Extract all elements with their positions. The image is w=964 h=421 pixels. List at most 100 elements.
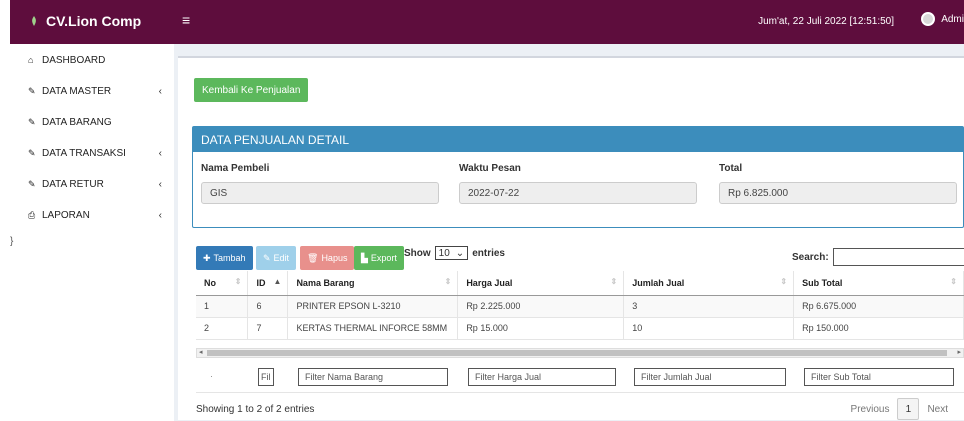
- print-icon: ⎙: [28, 209, 36, 220]
- chevron-down-icon: ⌄: [455, 247, 465, 259]
- header-label: Nama Barang: [296, 277, 355, 288]
- sidebar-item-data-barang[interactable]: ✎ DATA BARANG: [28, 114, 168, 130]
- pagination: Previous 1 Next: [843, 398, 956, 420]
- trash-icon: 🗑: [307, 252, 319, 263]
- content-area: Kembali Ke Penjualan DATA PENJUALAN DETA…: [174, 44, 964, 421]
- page-1-button[interactable]: 1: [897, 398, 920, 420]
- sidebar-item-dashboard[interactable]: ⌂ DASHBOARD: [28, 52, 168, 68]
- filter-nama-input[interactable]: Filter Nama Barang: [298, 368, 448, 386]
- horizontal-scrollbar[interactable]: ◂ ▸: [196, 348, 964, 358]
- export-button[interactable]: ▙ Export: [354, 246, 404, 270]
- sidebar-item-label: LAPORAN: [42, 209, 90, 221]
- cell-jumlah-jual: 10: [623, 317, 795, 340]
- table-row[interactable]: 2 7 KERTAS THERMAL INFORCE 58MM Rp 15.00…: [196, 317, 964, 340]
- content-box: Kembali Ke Penjualan DATA PENJUALAN DETA…: [178, 56, 964, 420]
- cell-sub-total: Rp 6.675.000: [793, 295, 964, 318]
- user-name: Admi: [941, 13, 964, 25]
- sort-asc-icon: ▲: [273, 277, 282, 286]
- table-row[interactable]: 1 6 PRINTER EPSON L-3210 Rp 2.225.000 3 …: [196, 295, 964, 318]
- search-label: Search:: [792, 251, 829, 263]
- order-time-label: Waktu Pesan: [459, 163, 521, 174]
- sidebar-item-data-retur[interactable]: ✎ DATA RETUR ‹: [28, 176, 168, 192]
- col-harga-jual[interactable]: Harga Jual ⇕: [457, 271, 625, 296]
- next-button[interactable]: Next: [927, 404, 948, 415]
- delete-button[interactable]: 🗑 Hapus: [300, 246, 355, 270]
- edit-icon: ✎: [28, 147, 36, 158]
- edit-icon: ✎: [28, 178, 36, 189]
- plus-icon: ✚: [203, 252, 211, 263]
- col-id[interactable]: ID ▲: [247, 271, 289, 296]
- top-navbar: CV.Lion Comp ≡ Jum'at, 22 Juli 2022 [12:…: [10, 0, 964, 44]
- total-field: Rp 6.825.000: [719, 182, 957, 204]
- add-button[interactable]: ✚ Tambah: [196, 246, 253, 270]
- filter-jumlah-input[interactable]: Filter Jumlah Jual: [634, 368, 786, 386]
- cell-id: 7: [247, 317, 289, 340]
- cell-harga-jual: Rp 2.225.000: [457, 295, 625, 318]
- sidebar-item-label: DASHBOARD: [42, 54, 106, 66]
- detail-table: No ⇕ ID ▲ Nama Barang ⇕ Harga Jual ⇕ Jumlah …: [196, 271, 964, 340]
- sidebar-item-data-transaksi[interactable]: ✎ DATA TRANSAKSI ‹: [28, 145, 168, 161]
- edit-icon: ✎: [28, 85, 36, 96]
- col-nama-barang[interactable]: Nama Barang ⇕: [287, 271, 459, 296]
- previous-button[interactable]: Previous: [851, 404, 890, 415]
- buyer-name-label: Nama Pembeli: [201, 163, 270, 174]
- cell-harga-jual: Rp 15.000: [457, 317, 625, 340]
- cell-sub-total: Rp 150.000: [793, 317, 964, 340]
- filter-subtotal-input[interactable]: Filter Sub Total: [804, 368, 954, 386]
- back-to-sales-button[interactable]: Kembali Ke Penjualan: [194, 78, 309, 102]
- cell-nama-barang: KERTAS THERMAL INFORCE 58MM: [287, 317, 459, 340]
- search-input[interactable]: [832, 248, 964, 266]
- sidebar-item-label: DATA TRANSAKSI: [42, 147, 126, 159]
- brand[interactable]: CV.Lion Comp: [30, 13, 141, 29]
- col-jumlah-jual[interactable]: Jumlah Jual ⇕: [623, 271, 795, 296]
- chevron-left-icon: ‹: [158, 85, 162, 97]
- entries-value: 10: [438, 247, 450, 259]
- sort-icon: ⇕: [780, 277, 788, 286]
- add-button-label: Tambah: [213, 253, 246, 263]
- menu-toggle-icon[interactable]: ≡: [182, 12, 190, 28]
- order-time-field: 2022-07-22: [459, 182, 697, 204]
- entries-label: entries: [472, 247, 505, 259]
- scroll-left-icon[interactable]: ◂: [199, 348, 203, 356]
- table-info: Showing 1 to 2 of 2 entries: [196, 404, 315, 415]
- cell-jumlah-jual: 3: [623, 295, 795, 318]
- total-label: Total: [719, 163, 743, 174]
- chevron-left-icon: ‹: [158, 209, 162, 221]
- scrollbar-thumb[interactable]: [207, 350, 947, 356]
- filter-id-input[interactable]: Fil: [258, 368, 274, 386]
- brand-name: CV.Lion Comp: [46, 13, 142, 29]
- panel-title: DATA PENJUALAN DETAIL: [193, 127, 963, 152]
- header-label: ID: [256, 277, 266, 288]
- buyer-name-field: GIS: [201, 182, 439, 204]
- scroll-right-icon[interactable]: ▸: [957, 348, 961, 356]
- left-strip: [0, 0, 10, 421]
- show-entries: Show 10 ⌄ entries: [404, 246, 505, 260]
- filter-no: ·: [210, 371, 213, 381]
- edit-icon: ✎: [263, 252, 271, 263]
- chevron-left-icon: ‹: [158, 147, 162, 159]
- header-label: Harga Jual: [466, 277, 513, 288]
- col-no[interactable]: No ⇕: [196, 271, 249, 296]
- entries-select[interactable]: 10 ⌄: [434, 246, 469, 260]
- edit-button[interactable]: ✎ Edit: [256, 246, 297, 270]
- user-menu[interactable]: Admi: [921, 12, 964, 26]
- avatar: [921, 12, 936, 26]
- sidebar-item-data-master[interactable]: ✎ DATA MASTER ‹: [28, 83, 168, 99]
- cell-id: 6: [247, 295, 289, 318]
- filter-row: · Fil Filter Nama Barang Filter Harga Ju…: [196, 361, 964, 393]
- col-sub-total[interactable]: Sub Total ⇕: [793, 271, 964, 296]
- file-icon: ▙: [361, 252, 368, 263]
- sort-icon: ⇕: [610, 277, 618, 286]
- header-label: No: [204, 277, 216, 288]
- show-label: Show: [404, 247, 431, 259]
- sort-icon: ⇕: [444, 277, 452, 286]
- cell-nama-barang: PRINTER EPSON L-3210: [287, 295, 459, 318]
- sort-icon: ⇕: [234, 277, 242, 286]
- sidebar-item-label: DATA RETUR: [42, 178, 104, 190]
- sidebar: ⌂ DASHBOARD ✎ DATA MASTER ‹ ✎ DATA BARAN…: [10, 44, 174, 421]
- filter-harga-input[interactable]: Filter Harga Jual: [468, 368, 616, 386]
- sidebar-item-laporan[interactable]: ⎙ LAPORAN ‹: [28, 207, 168, 223]
- sort-icon: ⇕: [950, 277, 957, 286]
- edit-button-label: Edit: [273, 253, 290, 263]
- export-button-label: Export: [370, 253, 397, 263]
